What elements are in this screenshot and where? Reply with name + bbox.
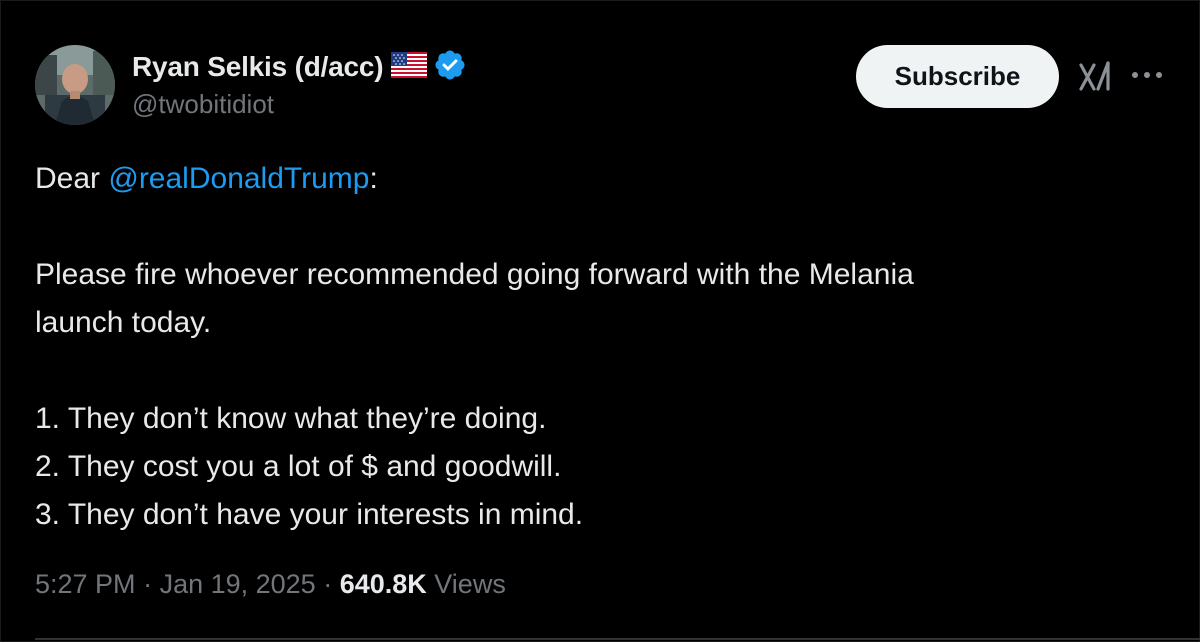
divider xyxy=(35,638,1200,640)
tweet-date[interactable]: Jan 19, 2025 xyxy=(160,569,316,599)
tweet-greeting: Dear @realDonaldTrump: xyxy=(35,155,1155,203)
greeting-prefix: Dear xyxy=(35,162,109,195)
mention-link[interactable]: @realDonaldTrump xyxy=(108,162,369,195)
subscribe-button[interactable]: Subscribe xyxy=(856,45,1059,108)
tweet-point-2: 2. They cost you a lot of $ and goodwill… xyxy=(35,450,562,483)
tweet-text: Dear @realDonaldTrump: Please fire whoev… xyxy=(35,155,1155,539)
views-label: Views xyxy=(426,569,506,599)
tweet-time[interactable]: 5:27 PM xyxy=(35,569,136,599)
grok-icon[interactable] xyxy=(1077,59,1113,100)
avatar[interactable] xyxy=(35,45,115,125)
tweet-point-1: 1. They don’t know what they’re doing. xyxy=(35,402,547,435)
tweet-meta: 5:27 PM · Jan 19, 2025 · 640.8K Views xyxy=(35,569,506,600)
author-name-row: Ryan Selkis (d/acc) xyxy=(132,45,467,89)
more-options-icon[interactable] xyxy=(1130,65,1166,90)
tweet-point-3: 3. They don’t have your interests in min… xyxy=(35,498,584,531)
avatar-photo xyxy=(35,45,115,125)
tweet-line-1: Please fire whoever recommended going fo… xyxy=(35,258,914,291)
greeting-suffix: : xyxy=(369,162,378,195)
us-flag-icon xyxy=(391,51,428,83)
verified-badge-icon[interactable] xyxy=(433,48,467,87)
tweet-card: Ryan Selkis (d/acc) @twobitidiot Subscri… xyxy=(0,0,1200,642)
meta-separator: · xyxy=(135,569,160,599)
views-count[interactable]: 640.8K xyxy=(340,569,427,599)
meta-separator: · xyxy=(315,569,340,599)
author-handle[interactable]: @twobitidiot xyxy=(132,89,274,120)
tweet-line-2: launch today. xyxy=(35,306,212,339)
author-display-name[interactable]: Ryan Selkis (d/acc) xyxy=(132,51,384,83)
